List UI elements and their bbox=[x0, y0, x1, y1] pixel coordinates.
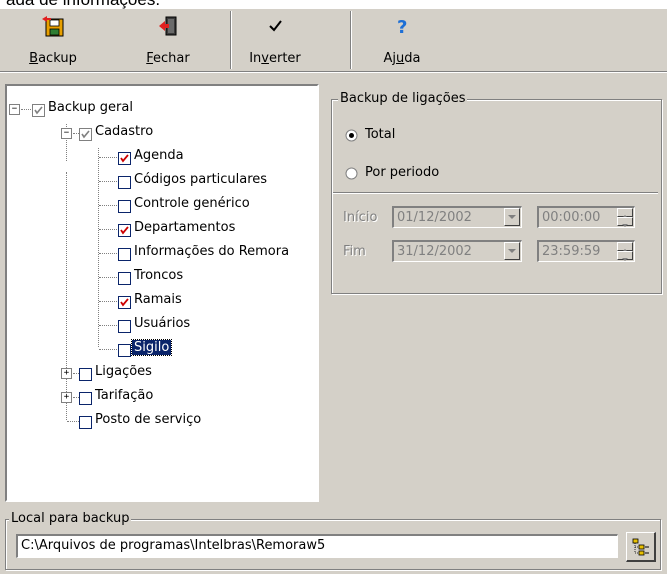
checkbox-informacoes-remora[interactable] bbox=[118, 248, 131, 261]
radio-por-periodo-label[interactable]: Por periodo bbox=[365, 165, 439, 180]
checkbox-departamentos[interactable] bbox=[118, 224, 131, 237]
tree-item-tarifacao[interactable]: + Tarifação bbox=[7, 386, 307, 408]
tree-item-label: Controle genérico bbox=[134, 196, 250, 211]
checkbox-ramais[interactable] bbox=[118, 296, 131, 309]
checkbox-usuarios[interactable] bbox=[118, 320, 131, 333]
tree-item-backup-geral[interactable]: − Backup geral bbox=[7, 98, 307, 120]
backup-button[interactable]: Backup bbox=[14, 9, 92, 71]
tree-item-label: Ligações bbox=[95, 364, 152, 379]
checkbox-codigos-particulares[interactable] bbox=[118, 176, 131, 189]
save-icon bbox=[42, 16, 64, 37]
backup-items-tree[interactable]: − Backup geral − Cadastro Agenda Códigos… bbox=[5, 84, 319, 502]
exit-door-icon bbox=[159, 16, 177, 36]
tree-item-label: Informações do Remora bbox=[134, 244, 290, 259]
tree-item-label: Departamentos bbox=[134, 220, 236, 235]
tree-item-label: Códigos particulares bbox=[134, 172, 268, 187]
checkbox-controle-generico[interactable] bbox=[118, 200, 131, 213]
fim-time-up[interactable] bbox=[617, 242, 633, 252]
fim-date-field[interactable]: 31/12/2002 bbox=[392, 240, 522, 262]
tree-item-ramais[interactable]: Ramais bbox=[7, 290, 317, 312]
radio-total-label[interactable]: Total bbox=[365, 127, 395, 142]
checkbox-backup-geral[interactable] bbox=[32, 104, 45, 117]
help-question-icon: ? bbox=[397, 17, 407, 37]
chevron-down-icon bbox=[508, 215, 516, 219]
tree-item-label: Agenda bbox=[134, 148, 184, 163]
toolbar-separator bbox=[350, 11, 352, 69]
radio-por-periodo[interactable] bbox=[345, 167, 358, 180]
local-backup-group: Local para backup C:\Arquivos de program… bbox=[5, 511, 661, 570]
checkbox-posto-servico[interactable] bbox=[79, 416, 92, 429]
tree-item-sigilo[interactable]: Sigilo bbox=[7, 338, 317, 360]
inicio-time-down[interactable] bbox=[617, 217, 633, 227]
checkmark-icon bbox=[269, 20, 282, 32]
tree-item-label: Backup geral bbox=[48, 100, 133, 115]
tree-item-posto-servico[interactable]: Posto de serviço bbox=[7, 410, 307, 432]
inicio-time-up[interactable] bbox=[617, 208, 633, 218]
checkbox-ligacoes[interactable] bbox=[79, 368, 92, 381]
ajuda-button[interactable]: ? Ajuda bbox=[362, 9, 442, 71]
fim-time-down[interactable] bbox=[617, 251, 633, 261]
backup-path-field[interactable]: C:\Arquivos de programas\Intelbras\Remor… bbox=[16, 534, 618, 558]
folder-tree-icon bbox=[632, 538, 649, 556]
fim-date-dropdown[interactable] bbox=[504, 242, 520, 260]
browse-folder-button[interactable] bbox=[626, 532, 656, 562]
expand-icon[interactable]: + bbox=[61, 392, 72, 403]
spin-down-icon bbox=[622, 224, 628, 227]
checkbox-troncos[interactable] bbox=[118, 272, 131, 285]
svg-text:?: ? bbox=[397, 17, 407, 37]
checkbox-tarifacao[interactable] bbox=[79, 392, 92, 405]
tree-item-usuarios[interactable]: Usuários bbox=[7, 314, 317, 336]
tree-item-departamentos[interactable]: Departamentos bbox=[7, 218, 317, 240]
collapse-icon[interactable]: − bbox=[61, 128, 72, 139]
tree-item-ligacoes[interactable]: + Ligações bbox=[7, 362, 307, 384]
tree-item-label: Cadastro bbox=[95, 124, 154, 139]
inicio-date-field[interactable]: 01/12/2002 bbox=[392, 206, 522, 228]
tree-item-agenda[interactable]: Agenda bbox=[7, 146, 317, 168]
expand-icon[interactable]: + bbox=[61, 368, 72, 379]
radio-total[interactable] bbox=[345, 129, 358, 142]
backup-window: Backup Fechar Inverter ? Ajuda − Backup … bbox=[0, 9, 667, 574]
group-divider bbox=[333, 192, 658, 194]
inverter-button[interactable]: Inverter bbox=[232, 9, 318, 71]
collapse-icon[interactable]: − bbox=[9, 104, 20, 115]
spin-down-icon bbox=[622, 258, 628, 261]
group-legend: Backup de ligações bbox=[338, 91, 468, 106]
tree-item-controle-generico[interactable]: Controle genérico bbox=[7, 194, 317, 216]
checkbox-sigilo[interactable] bbox=[118, 344, 131, 357]
backup-ligacoes-group: Backup de ligações Total Por periodo Iní… bbox=[331, 91, 662, 294]
checkbox-cadastro[interactable] bbox=[79, 128, 92, 141]
chevron-down-icon bbox=[508, 249, 516, 253]
inicio-date-dropdown[interactable] bbox=[504, 208, 520, 226]
fechar-button[interactable]: Fechar bbox=[128, 9, 208, 71]
toolbar: Backup Fechar Inverter ? Ajuda bbox=[0, 9, 667, 72]
tree-item-label: Usuários bbox=[134, 316, 191, 331]
tree-item-label: Ramais bbox=[134, 292, 182, 307]
tree-item-cadastro[interactable]: − Cadastro bbox=[7, 122, 307, 144]
checkbox-agenda[interactable] bbox=[118, 152, 131, 165]
group-legend: Local para backup bbox=[9, 511, 132, 526]
tree-item-troncos[interactable]: Troncos bbox=[7, 266, 317, 288]
tree-item-informacoes-remora[interactable]: Informações do Remora bbox=[7, 242, 317, 264]
fim-label: Fim bbox=[343, 244, 366, 259]
tree-item-label: Troncos bbox=[134, 268, 184, 283]
tree-item-label: Tarifação bbox=[95, 388, 154, 403]
tree-item-label: Posto de serviço bbox=[95, 412, 202, 427]
tree-item-codigos-particulares[interactable]: Códigos particulares bbox=[7, 170, 317, 192]
window-title-fragment: ada de informações. bbox=[0, 0, 667, 9]
tree-item-label-selected: Sigilo bbox=[130, 339, 173, 356]
inicio-label: Início bbox=[343, 210, 378, 225]
